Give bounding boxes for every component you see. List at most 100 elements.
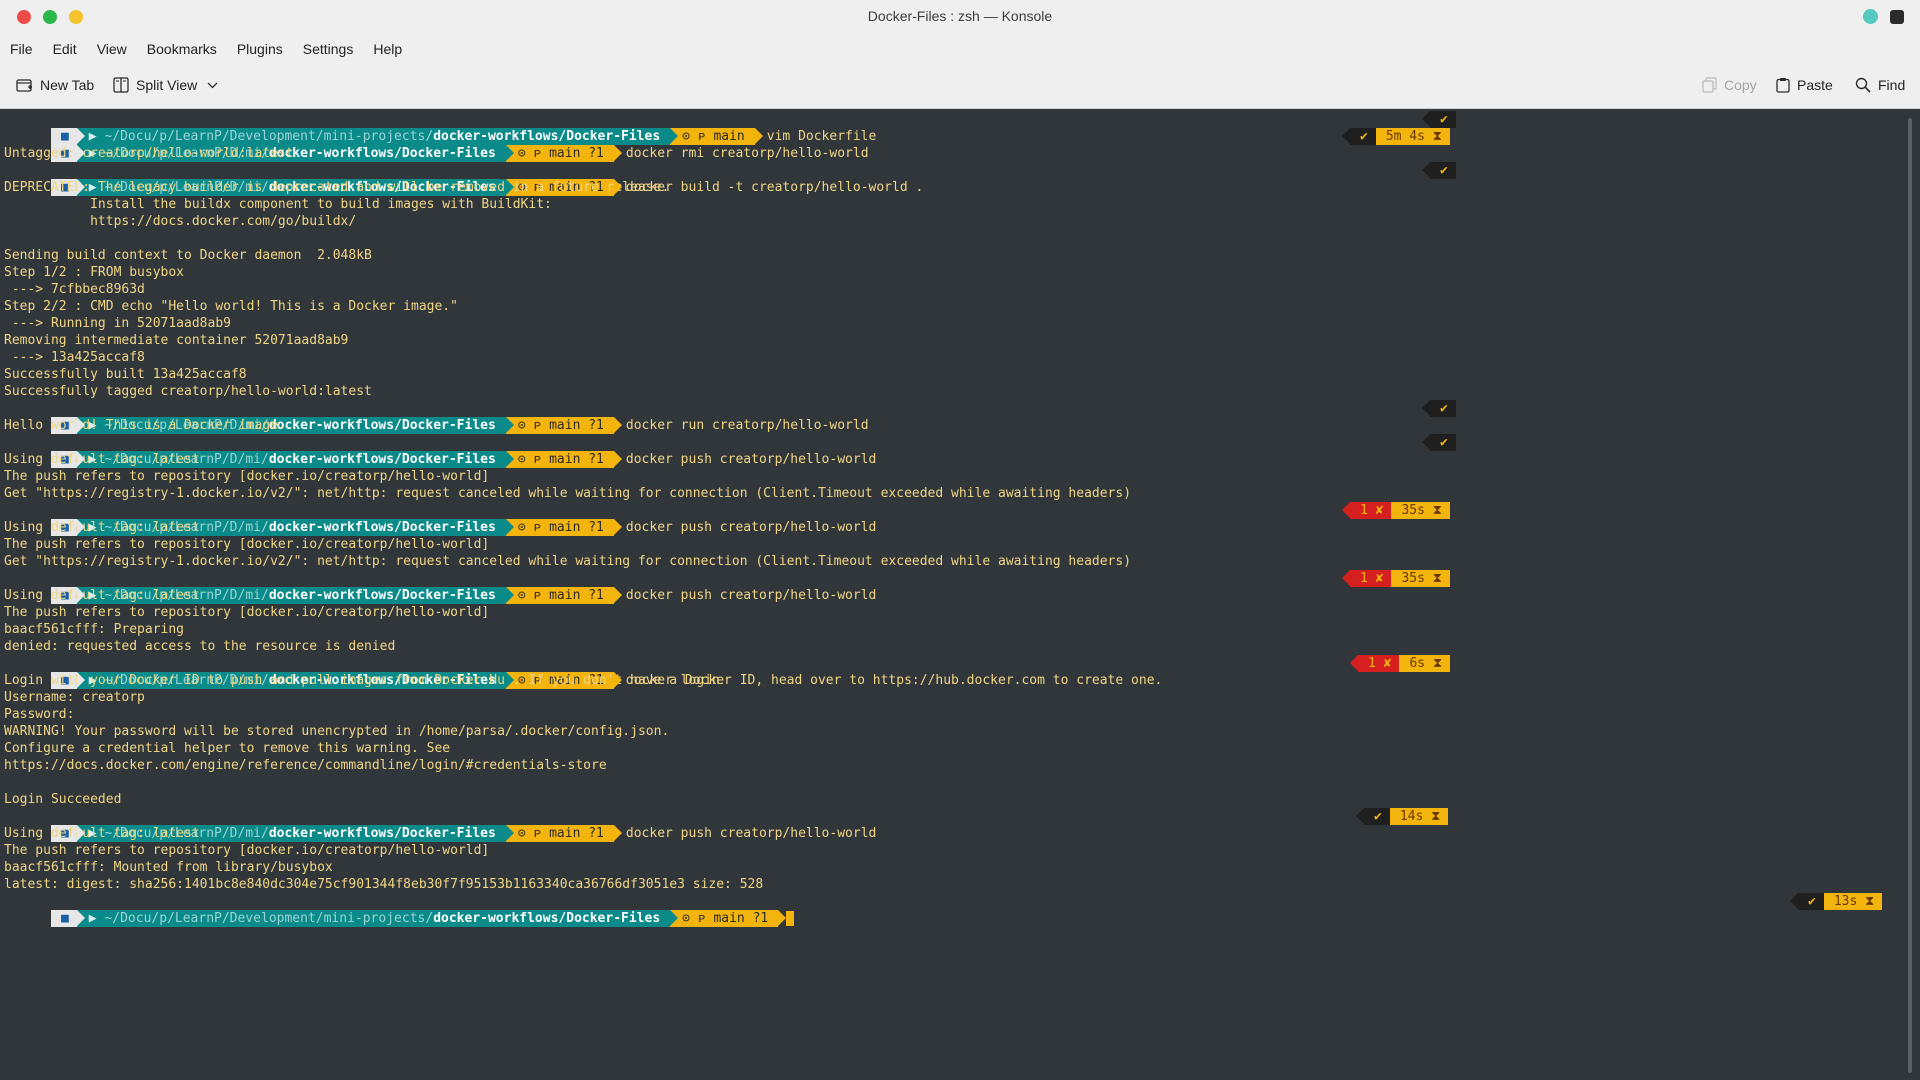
path-dim: ~/Docu/p/LearnP/Development/mini-project… [104, 911, 434, 926]
prompt-line: ■ ▶ ~/Docu/p/LearnP/D/mi/docker-workflows… [4, 400, 869, 434]
output-line: Install the buildx component to build im… [4, 197, 552, 212]
keep-above-button[interactable] [1863, 9, 1878, 24]
menu-plugins[interactable]: Plugins [237, 41, 283, 57]
toolbar: New Tab Split View Copy Paste Find [0, 65, 1920, 109]
output-line: Configure a credential helper to remove … [4, 741, 451, 756]
path-bold: docker-workflows/Docker-Files [268, 826, 496, 841]
output-line: Successfully built 13a425accaf8 [4, 367, 247, 382]
paste-label: Paste [1797, 77, 1833, 93]
status-right: 1 ✘ 6s ⧗ [1350, 655, 1451, 672]
output-line: Using default tag: latest [4, 452, 200, 467]
prompt-line: ■ ▶ ~/Docu/p/LearnP/D/mi/docker-workflows… [4, 502, 876, 536]
error-status: 1 ✘ [1350, 502, 1392, 519]
output-line: baacf561cfff: Preparing [4, 622, 185, 637]
new-tab-button[interactable]: New Tab [16, 77, 94, 93]
title-bar-right [1863, 9, 1904, 24]
output-line: ---> 7cfbbec8963d [4, 282, 145, 297]
command-text: docker push creatorp/hello-world [625, 452, 877, 467]
output-line: Step 2/2 : CMD echo "Hello world! This i… [4, 299, 458, 314]
git-segment: ⊙ ᴘ main ?1 [670, 910, 787, 927]
output-line: Removing intermediate container 52071aad… [4, 333, 349, 348]
menu-file[interactable]: File [10, 41, 33, 57]
output-line: Using default tag: latest [4, 588, 200, 603]
paste-button[interactable]: Paste [1776, 77, 1833, 93]
duration-status: 35s ⧗ [1391, 570, 1450, 587]
duration-status: 35s ⧗ [1391, 502, 1450, 519]
duration-status: 13s ⧗ [1823, 893, 1883, 910]
output-line: The push refers to repository [docker.io… [4, 469, 490, 484]
path-bold: docker-workflows/Docker-Files [268, 588, 496, 603]
duration-status: 14s ⧗ [1389, 808, 1449, 825]
command-text: docker push creatorp/hello-world [625, 826, 877, 841]
git-segment: ⊙ ᴘ main ?1 [505, 825, 622, 842]
copy-button[interactable]: Copy [1702, 77, 1757, 93]
path-bold: docker-workflows/Docker-Files [268, 520, 496, 535]
output-line: https://docs.docker.com/engine/reference… [4, 758, 607, 773]
git-segment: ⊙ ᴘ main ?1 [505, 587, 622, 604]
terminal-view[interactable]: ■ ▶ ~/Docu/p/LearnP/Development/mini-proj… [0, 110, 1920, 1080]
search-icon [1855, 77, 1871, 93]
duration-status: 5m 4s ⧗ [1375, 128, 1450, 145]
konsole-window: Docker-Files : zsh — Konsole File Edit V… [0, 0, 1920, 1080]
success-status: ✔ [1350, 128, 1376, 145]
menu-bookmarks[interactable]: Bookmarks [147, 41, 217, 57]
output-line: Using default tag: latest [4, 520, 200, 535]
new-tab-icon [16, 78, 32, 92]
menu-help[interactable]: Help [373, 41, 402, 57]
folder-icon: ▶ [88, 911, 97, 926]
paste-icon [1776, 78, 1790, 93]
output-line: https://docs.docker.com/go/buildx/ [4, 214, 357, 229]
window-menu-button[interactable] [1890, 9, 1904, 24]
status-right: 1 ✘ 35s ⧗ [1342, 502, 1450, 519]
menu-view[interactable]: View [97, 41, 127, 57]
output-line: baacf561cfff: Mounted from library/busyb… [4, 860, 333, 875]
success-status: ✔ [1430, 400, 1456, 417]
git-segment: ⊙ ᴘ main ?1 [505, 451, 622, 468]
output-line: denied: requested access to the resource… [4, 639, 396, 654]
command-text: docker run creatorp/hello-world [625, 418, 869, 433]
prompt-line: ■ ▶ ~/Docu/p/LearnP/D/mi/docker-workflows… [4, 655, 720, 689]
title-bar: Docker-Files : zsh — Konsole [0, 0, 1920, 33]
split-view-icon [113, 77, 129, 93]
split-view-label: Split View [136, 77, 198, 93]
error-status: 1 ✘ [1350, 570, 1392, 587]
output-line: Login with your Docker ID to push and pu… [4, 673, 1163, 688]
git-segment: ⊙ ᴘ main ?1 [505, 519, 622, 536]
output-line: Hello world! This is a Docker image. [4, 418, 286, 433]
prompt-line: ■ ▶ ~/Docu/p/LearnP/D/mi/docker-workflows… [4, 570, 876, 604]
output-line: Sending build context to Docker daemon 2… [4, 248, 372, 263]
current-prompt-line[interactable]: ■ ▶ ~/Docu/p/LearnP/Development/mini-proj… [4, 893, 795, 927]
path-bold: docker-workflows/Docker-Files [268, 146, 496, 161]
chevron-down-icon[interactable] [207, 82, 218, 89]
status-right: ✔ 5m 4s ⧗ [1342, 128, 1450, 145]
new-tab-label: New Tab [40, 77, 95, 93]
status-right: ✔ [1422, 400, 1456, 417]
split-view-button[interactable]: Split View [113, 77, 225, 93]
find-button[interactable]: Find [1855, 77, 1905, 93]
menu-bar: File Edit View Bookmarks Plugins Setting… [0, 33, 1920, 65]
output-line: latest: digest: sha256:1401bc8e840dc304e… [4, 877, 764, 892]
output-line: The push refers to repository [docker.io… [4, 605, 490, 620]
output-line: Get "https://registry-1.docker.io/v2/": … [4, 554, 1132, 569]
duration-status: 6s ⧗ [1399, 655, 1451, 672]
menu-edit[interactable]: Edit [53, 41, 77, 57]
git-segment: ⊙ ᴘ main ?1 [505, 145, 622, 162]
path-bold: docker-workflows/Docker-Files [268, 452, 496, 467]
output-line: Login Succeeded [4, 792, 122, 807]
output-line: Untagged: creatorp/hello-world:latest [4, 146, 294, 161]
success-status: ✔ [1430, 434, 1456, 451]
terminal-scrollbar[interactable] [1908, 118, 1912, 1073]
output-line: Password: [4, 707, 75, 722]
menu-settings[interactable]: Settings [303, 41, 354, 57]
find-label: Find [1878, 77, 1906, 93]
prompt-line: ■ ▶ ~/Docu/p/LearnP/D/mi/docker-workflows… [4, 162, 923, 196]
command-text: docker push creatorp/hello-world [625, 520, 877, 535]
output-line: Username: creatorp [4, 690, 145, 705]
output-line: ---> Running in 52071aad8ab9 [4, 316, 231, 331]
text-cursor [786, 911, 795, 926]
os-icon: ■ [50, 910, 85, 927]
command-text: docker push creatorp/hello-world [625, 588, 877, 603]
path-bold: docker-workflows/Docker-Files [433, 911, 661, 926]
window-title: Docker-Files : zsh — Konsole [867, 8, 1053, 24]
status-right: ✔ [1422, 111, 1456, 128]
